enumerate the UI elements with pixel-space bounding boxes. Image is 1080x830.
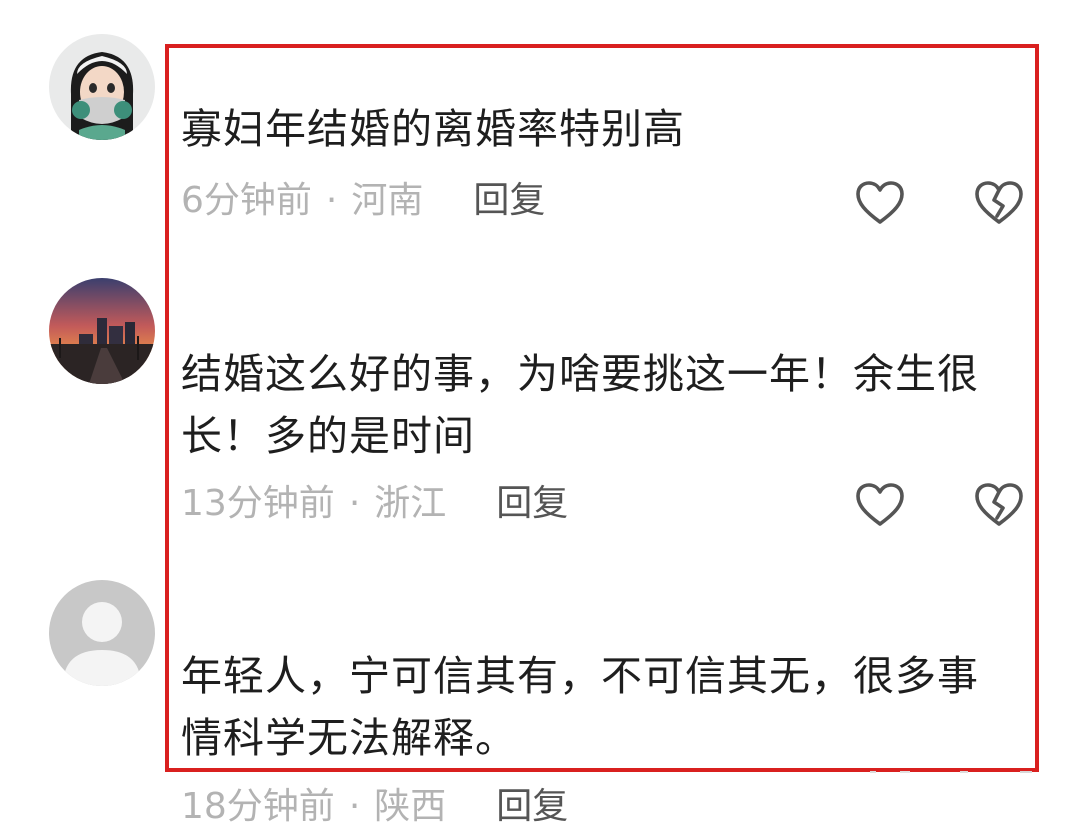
meta-separator: · [348, 786, 361, 827]
reply-button[interactable]: 回复 [473, 178, 545, 224]
comment-text: 寡妇年结婚的离婚率特别高 [181, 105, 685, 153]
avatar-cartoon-girl-with-mask-icon [49, 34, 155, 140]
avatar-sunset-city-icon [49, 278, 155, 384]
broken-heart-icon [975, 483, 1023, 526]
dislike-button[interactable] [974, 482, 1024, 528]
comment-meta: 13分钟前 · 浙江 回复 [181, 481, 568, 527]
user-avatar[interactable] [49, 34, 155, 140]
like-button[interactable] [855, 482, 905, 528]
user-avatar[interactable] [49, 278, 155, 384]
broken-heart-icon [975, 181, 1023, 224]
comment-text: 年轻人，宁可信其有，不可信其无，很多事情科学无法解释。 [181, 652, 979, 762]
comment-location: 河南 [351, 180, 424, 221]
comment-location: 陕西 [374, 786, 447, 827]
avatar-default-gray-icon [49, 580, 155, 686]
dislike-button[interactable] [974, 180, 1024, 226]
heart-outline-icon [856, 483, 904, 526]
faint-watermark-dots [870, 771, 1032, 773]
comment-location: 浙江 [374, 483, 447, 524]
comment-text: 结婚这么好的事，为啥要挑这一年！余生很长！多的是时间 [181, 350, 979, 460]
meta-separator: · [348, 483, 361, 524]
user-avatar[interactable] [49, 580, 155, 686]
comment-meta: 18分钟前 · 陕西 回复 [181, 784, 568, 830]
comment-meta: 6分钟前 · 河南 回复 [181, 178, 545, 224]
comment-time: 13分钟前 [181, 483, 335, 524]
comment-time: 18分钟前 [181, 786, 335, 827]
meta-separator: · [325, 180, 338, 221]
heart-outline-icon [856, 181, 904, 224]
like-button[interactable] [855, 180, 905, 226]
reply-button[interactable]: 回复 [496, 784, 568, 830]
comment-time: 6分钟前 [181, 180, 312, 221]
reply-button[interactable]: 回复 [496, 481, 568, 527]
